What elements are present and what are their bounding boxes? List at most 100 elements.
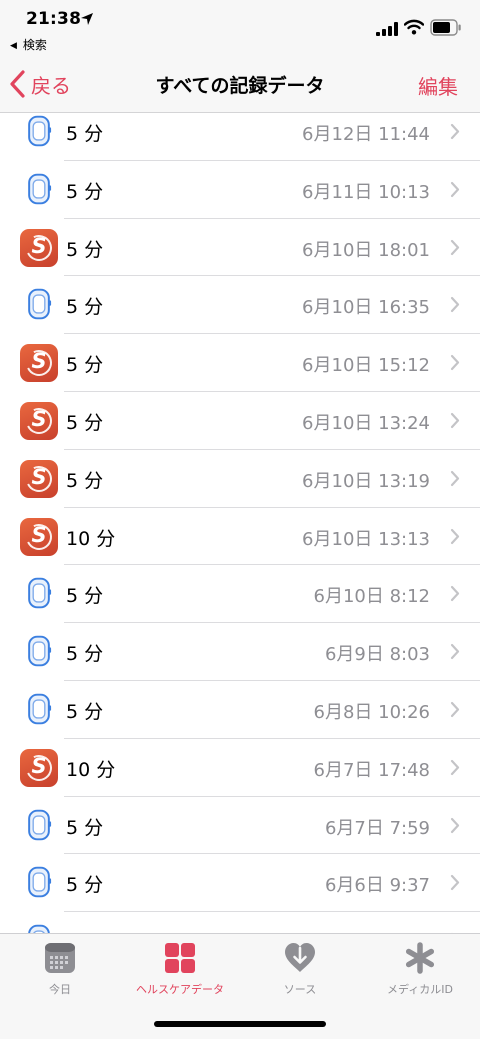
chevron-right-icon (450, 528, 460, 544)
chevron-right-icon (450, 586, 460, 602)
record-value: 5 分 (66, 354, 104, 377)
record-value: 5 分 (66, 585, 104, 608)
chevron-right-icon (450, 355, 460, 371)
list-item[interactable]: S 10 分 6月7日 17:48 (0, 739, 480, 797)
chevron-right-icon (450, 123, 460, 140)
tab-sources-label: ソース (283, 983, 317, 996)
watch-icon (28, 578, 52, 609)
back-app-label: 検索 (22, 38, 47, 52)
battery-icon (430, 19, 461, 36)
tab-health-data-label: ヘルスケアデータ (136, 983, 224, 996)
watch-icon (28, 115, 52, 147)
list-item[interactable]: S 5 分 6月10日 13:19 (0, 450, 480, 508)
record-value: 10 分 (66, 527, 116, 550)
record-value: 5 分 (66, 123, 104, 145)
record-date: 6月10日 13:24 (302, 412, 430, 434)
heart-download-icon (285, 943, 315, 972)
list-item[interactable]: 5 分 6月12日 11:44 (0, 113, 480, 161)
app-icon-letter: S (31, 753, 47, 778)
chevron-right-icon (450, 412, 460, 429)
chevron-right-icon (450, 875, 460, 891)
chevron-right-icon (450, 181, 460, 197)
chevron-right-icon (450, 297, 460, 313)
tab-medical-id-label: メディカルID (387, 983, 453, 996)
watch-icon (28, 809, 52, 840)
tab-sources[interactable]: ソース (240, 942, 360, 997)
watch-icon (28, 867, 52, 898)
watch-icon (28, 635, 52, 667)
home-indicator (154, 1021, 326, 1027)
app-icon-letter: S (31, 522, 47, 547)
asterisk-icon (405, 942, 435, 974)
status-time: 21:38 (26, 9, 82, 29)
record-value: 5 分 (66, 874, 104, 897)
app-icon: S (20, 459, 58, 498)
navigation-bar: 戻る すべての記録データ 編集 (0, 56, 480, 113)
back-triangle-icon: ◀ (10, 41, 17, 51)
chevron-right-icon (450, 644, 460, 660)
watch-icon (28, 924, 50, 933)
record-date: 6月6日 9:37 (324, 875, 430, 897)
status-bar: 21:38 ◀ 検索 (0, 0, 480, 56)
record-value: 5 分 (66, 296, 104, 319)
record-date: 6月10日 18:01 (302, 239, 430, 261)
list-item[interactable]: 5 分 6月10日 8:12 (0, 565, 480, 623)
list-item[interactable]: 5 分 6月9日 8:03 (0, 623, 480, 681)
record-value: 5 分 (66, 238, 104, 261)
record-value: 5 分 (66, 411, 104, 434)
record-date: 6月10日 13:13 (302, 528, 430, 550)
record-date: 6月9日 8:03 (324, 644, 430, 666)
record-value: 5 分 (66, 469, 104, 492)
calendar-icon (45, 943, 75, 973)
tab-today[interactable]: 今日 (0, 942, 120, 997)
watch-icon (28, 289, 52, 320)
list-item[interactable]: S 5 分 6月10日 15:12 (0, 334, 480, 392)
record-date: 6月12日 11:44 (302, 124, 430, 145)
back-to-app-link[interactable]: ◀ 検索 (10, 36, 47, 53)
tab-today-label: 今日 (49, 983, 71, 996)
list-item[interactable]: 5 分 6月7日 7:59 (0, 797, 480, 855)
chevron-right-icon (450, 817, 460, 833)
list-item[interactable]: S 5 分 6月10日 18:01 (0, 219, 480, 277)
edit-button[interactable]: 編集 (418, 71, 458, 100)
app-icon: S (20, 228, 58, 267)
tab-medical-id[interactable]: メディカルID (360, 942, 480, 997)
list-item[interactable]: 5 分 6月10日 16:35 (0, 276, 480, 334)
app-icon: S (20, 344, 58, 383)
app-icon-letter: S (31, 406, 47, 431)
app-icon-letter: S (31, 464, 47, 489)
record-value: 10 分 (66, 758, 116, 781)
cellular-signal-icon (376, 22, 398, 36)
list-item[interactable]: 5 分 6月6日 9:37 (0, 854, 480, 912)
record-date: 6月7日 17:48 (313, 759, 431, 781)
record-value: 5 分 (66, 643, 104, 666)
chevron-right-icon (450, 239, 460, 255)
watch-icon (28, 693, 52, 725)
app-icon-letter: S (31, 349, 47, 374)
tab-health-data[interactable]: ヘルスケアデータ (120, 942, 240, 997)
record-value: 5 分 (66, 816, 104, 839)
watch-icon (28, 173, 52, 205)
list-item[interactable]: 5 分 6月11日 10:13 (0, 161, 480, 219)
app-icon: S (20, 748, 58, 787)
grid-icon (165, 943, 195, 973)
page-title: すべての記録データ (155, 75, 325, 97)
chevron-right-icon (450, 701, 460, 718)
records-list[interactable]: 5 分 6月12日 11:44 5 分 6月11日 10:13 S 5 分 6月10日 18… (0, 113, 480, 933)
record-date: 6月7日 7:59 (324, 817, 430, 839)
record-date: 6月10日 15:12 (302, 355, 430, 377)
list-item[interactable]: 5 分6月5日 11:50 (0, 912, 480, 933)
app-icon: S (20, 401, 58, 440)
list-item[interactable]: S 5 分 6月10日 13:24 (0, 392, 480, 450)
wifi-icon (404, 19, 424, 35)
chevron-right-icon (450, 470, 460, 486)
record-date: 6月11日 10:13 (302, 181, 430, 203)
list-item[interactable]: S 10 分 6月10日 13:13 (0, 508, 480, 566)
record-value: 5 分 (66, 180, 104, 203)
record-value: 5 分 (66, 700, 104, 723)
chevron-right-icon (450, 759, 460, 775)
record-date: 6月10日 8:12 (313, 586, 431, 608)
record-date: 6月10日 16:35 (302, 297, 430, 319)
list-item[interactable]: 5 分 6月8日 10:26 (0, 681, 480, 739)
record-date: 6月10日 13:19 (302, 470, 430, 492)
